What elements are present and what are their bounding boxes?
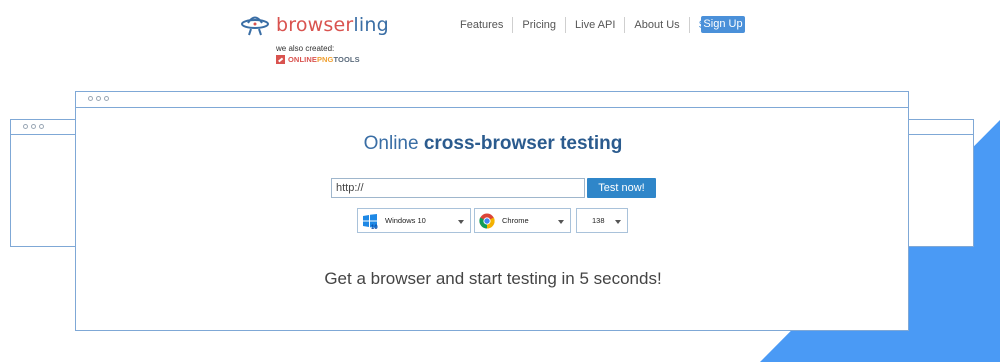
windows-icon: 10 bbox=[363, 213, 378, 229]
chevron-down-icon bbox=[558, 220, 564, 224]
os-select-value: Windows 10 bbox=[385, 216, 426, 225]
hammer-icon bbox=[276, 55, 285, 64]
logo[interactable]: browserling bbox=[240, 13, 389, 37]
main-nav: Features Pricing Live API About Us Sign … bbox=[451, 16, 742, 34]
version-select[interactable]: 138 bbox=[576, 208, 628, 233]
background-window-left bbox=[10, 119, 80, 247]
nav-about-us[interactable]: About Us bbox=[625, 17, 690, 33]
chrome-icon bbox=[479, 213, 495, 228]
version-select-value: 138 bbox=[592, 216, 605, 225]
window-title-bar bbox=[905, 120, 973, 135]
partner-link-onlinepngtools[interactable]: ONLINEPNGTOOLS bbox=[276, 55, 360, 64]
also-created-label: we also created: bbox=[276, 44, 335, 53]
test-now-button[interactable]: Test now! bbox=[587, 178, 656, 198]
nav-live-api[interactable]: Live API bbox=[566, 17, 626, 33]
partner-link-label: ONLINEPNGTOOLS bbox=[288, 55, 360, 64]
ufo-icon bbox=[241, 16, 269, 36]
tagline: Get a browser and start testing in 5 sec… bbox=[324, 269, 662, 288]
window-title-bar bbox=[76, 92, 908, 108]
main-test-window: Online cross-browser testing Test now! 1… bbox=[75, 91, 909, 331]
window-title-bar bbox=[11, 120, 79, 135]
os-select[interactable]: 10 Windows 10 bbox=[357, 208, 471, 233]
browser-select[interactable]: Chrome bbox=[474, 208, 571, 233]
sign-up-button[interactable]: Sign Up bbox=[701, 16, 745, 33]
url-input[interactable] bbox=[331, 178, 585, 198]
page-title: Online cross-browser testing bbox=[363, 133, 623, 154]
nav-pricing[interactable]: Pricing bbox=[513, 17, 567, 33]
chevron-down-icon bbox=[458, 220, 464, 224]
background-window-right bbox=[904, 119, 974, 247]
svg-text:10: 10 bbox=[371, 225, 378, 229]
chevron-down-icon bbox=[615, 220, 621, 224]
nav-features[interactable]: Features bbox=[451, 17, 514, 33]
browser-select-value: Chrome bbox=[502, 216, 529, 225]
logo-text: browserling bbox=[276, 14, 389, 36]
